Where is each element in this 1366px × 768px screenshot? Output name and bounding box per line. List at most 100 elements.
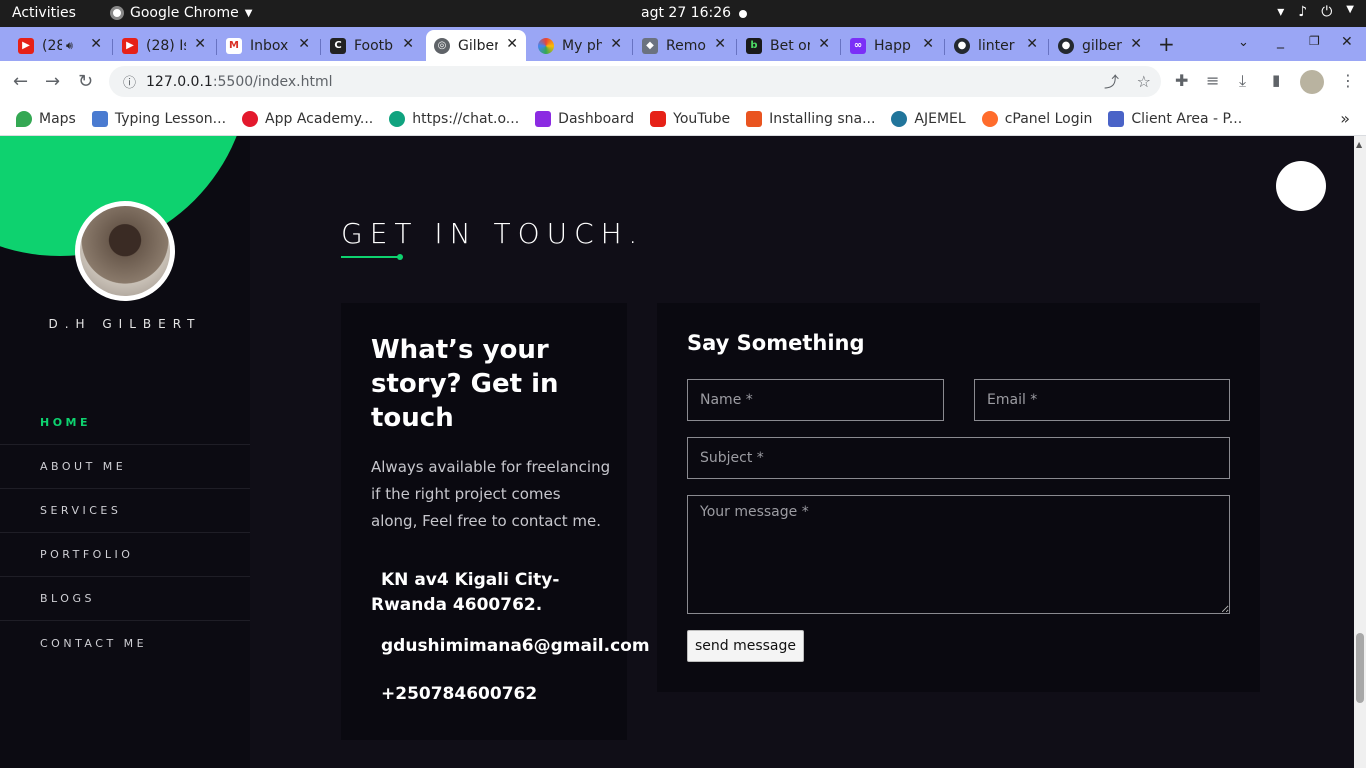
tab-title: gilber	[1082, 37, 1122, 54]
address-bar[interactable]: ⓘ 127.0.0.1 :5500/index.html ⤴ ☆	[109, 66, 1161, 97]
bookmark-item[interactable]: cPanel Login	[981, 110, 1093, 127]
info-email[interactable]: gdushimimana6@gmail.com	[381, 636, 650, 656]
sidebar-nav: HOME ABOUT ME SERVICES PORTFOLIO BLOGS C…	[0, 401, 250, 665]
site-info-icon[interactable]: ⓘ	[123, 72, 136, 91]
nav-portfolio[interactable]: PORTFOLIO	[0, 533, 250, 577]
close-window-icon[interactable]: ✕	[1341, 34, 1353, 50]
youtube-icon: ▶	[18, 37, 34, 54]
tab[interactable]: ∞ Happ ✕	[842, 30, 942, 61]
bookmark-star-icon[interactable]: ☆	[1137, 72, 1151, 91]
scrollbar-thumb[interactable]	[1356, 633, 1364, 703]
nav-about-me[interactable]: ABOUT ME	[0, 445, 250, 489]
contact-form: Say Something send message	[657, 303, 1260, 692]
info-description: Always available for freelancing if the …	[371, 458, 611, 530]
tab-title: Footb	[354, 37, 394, 54]
app-menu[interactable]: Google Chrome ▼	[110, 5, 252, 21]
github-icon: ●	[954, 37, 970, 54]
tab-title: Gilber	[458, 37, 498, 54]
bookmark-item[interactable]: App Academy...	[242, 110, 373, 127]
profile-avatar[interactable]	[1300, 70, 1324, 94]
volume-icon: ♪	[1298, 4, 1308, 20]
tab[interactable]: ◆ Remo ✕	[634, 30, 734, 61]
bookmark-item[interactable]: https://chat.o...	[389, 110, 519, 127]
send-message-button[interactable]: send message	[687, 630, 804, 662]
reload-icon[interactable]: ↻	[78, 71, 93, 92]
tab[interactable]: ▶ (28) Is ✕	[114, 30, 214, 61]
wifi-icon: ▾	[1277, 4, 1285, 20]
heading-underline	[341, 256, 401, 258]
scroll-up-icon[interactable]: ▲	[1356, 140, 1362, 149]
tab[interactable]: ● linter ✕	[946, 30, 1046, 61]
bookmark-item[interactable]: YouTube	[650, 110, 730, 127]
menu-icon[interactable]: ⋮	[1340, 71, 1356, 90]
subject-input[interactable]	[687, 437, 1230, 479]
email-input[interactable]	[974, 379, 1230, 421]
bookmark-item[interactable]: Dashboard	[535, 110, 634, 127]
tab-search-icon[interactable]: ⌄	[1238, 35, 1249, 50]
extensions-icon[interactable]: ✚	[1175, 71, 1188, 90]
close-tab-icon[interactable]: ✕	[818, 36, 830, 52]
close-tab-icon[interactable]: ✕	[1026, 36, 1038, 52]
notification-dot-icon	[739, 10, 747, 18]
bookmark-label: cPanel Login	[1004, 110, 1093, 127]
system-top-bar: Activities Google Chrome ▼ agt 27 16:26 …	[0, 0, 1366, 27]
tab-active[interactable]: ◎ Gilber ✕	[426, 30, 526, 61]
forward-icon[interactable]: →	[45, 71, 60, 92]
speaker-icon[interactable]: 🔊︎	[66, 39, 73, 53]
close-tab-icon[interactable]: ✕	[298, 36, 310, 52]
floating-action-button[interactable]	[1276, 161, 1326, 211]
caret-down-icon: ▼	[244, 7, 253, 19]
back-icon[interactable]: ←	[13, 71, 28, 92]
close-tab-icon[interactable]: ✕	[506, 36, 518, 52]
nav-blogs[interactable]: BLOGS	[0, 577, 250, 621]
close-tab-icon[interactable]: ✕	[714, 36, 726, 52]
message-textarea[interactable]	[687, 495, 1230, 614]
tab[interactable]: My ph ✕	[530, 30, 630, 61]
tab-title: My ph	[562, 37, 602, 54]
bookmark-item[interactable]: Installing sna...	[746, 110, 875, 127]
name-input[interactable]	[687, 379, 944, 421]
dashboard-icon	[535, 110, 552, 127]
close-tab-icon[interactable]: ✕	[402, 36, 414, 52]
maximize-icon[interactable]: ❐	[1309, 34, 1320, 48]
share-icon[interactable]: ⤴	[1104, 71, 1119, 92]
page-scrollbar[interactable]: ▲	[1354, 136, 1366, 768]
more-bookmarks-icon[interactable]: »	[1340, 109, 1350, 128]
wordpress-icon	[891, 110, 908, 127]
media-control-icon[interactable]: ≡	[1206, 71, 1219, 90]
new-tab-icon[interactable]: +	[1158, 32, 1175, 56]
bookmark-label: Typing Lesson...	[114, 110, 227, 127]
maps-icon	[16, 110, 32, 127]
system-tray[interactable]: ▾ ♪ ⏻ ▼	[1277, 4, 1354, 20]
contact-section: GET IN TOUCH. What’s your story? Get in …	[250, 136, 1354, 768]
close-tab-icon[interactable]: ✕	[194, 36, 206, 52]
close-tab-icon[interactable]: ✕	[90, 36, 102, 52]
tab-title: linter	[978, 37, 1015, 54]
close-tab-icon[interactable]: ✕	[610, 36, 622, 52]
clock[interactable]: agt 27 16:26	[641, 5, 731, 21]
minimize-icon[interactable]: _	[1277, 33, 1284, 49]
close-tab-icon[interactable]: ✕	[1130, 36, 1142, 52]
bookmark-label: AJEMEL	[914, 110, 966, 127]
bookmark-item[interactable]: Maps	[16, 110, 76, 127]
activities-button[interactable]: Activities	[12, 5, 76, 21]
url-host: 127.0.0.1	[146, 73, 213, 90]
tab[interactable]: ● gilber ✕	[1050, 30, 1150, 61]
tab-title: Happ	[874, 37, 911, 54]
nav-services[interactable]: SERVICES	[0, 489, 250, 533]
bookmark-item[interactable]: AJEMEL	[891, 110, 966, 127]
tab[interactable]: M Inbox ✕	[218, 30, 318, 61]
download-icon[interactable]: ⤓	[1239, 71, 1246, 91]
bookmark-item[interactable]: Client Area - P...	[1108, 110, 1242, 127]
tab[interactable]: ▶ (28 🔊︎ ✕	[10, 30, 110, 61]
nav-contact-me[interactable]: CONTACT ME	[0, 621, 250, 665]
typing-icon	[91, 110, 108, 127]
bet-icon: b	[746, 37, 762, 54]
nav-home[interactable]: HOME	[0, 401, 250, 445]
tab[interactable]: C Footb ✕	[322, 30, 422, 61]
info-phone[interactable]: +250784600762	[381, 684, 537, 704]
bookmark-item[interactable]: Typing Lesson...	[91, 110, 227, 127]
side-panel-icon[interactable]: ▮	[1272, 71, 1280, 89]
tab[interactable]: b Bet or ✕	[738, 30, 838, 61]
close-tab-icon[interactable]: ✕	[922, 36, 934, 52]
